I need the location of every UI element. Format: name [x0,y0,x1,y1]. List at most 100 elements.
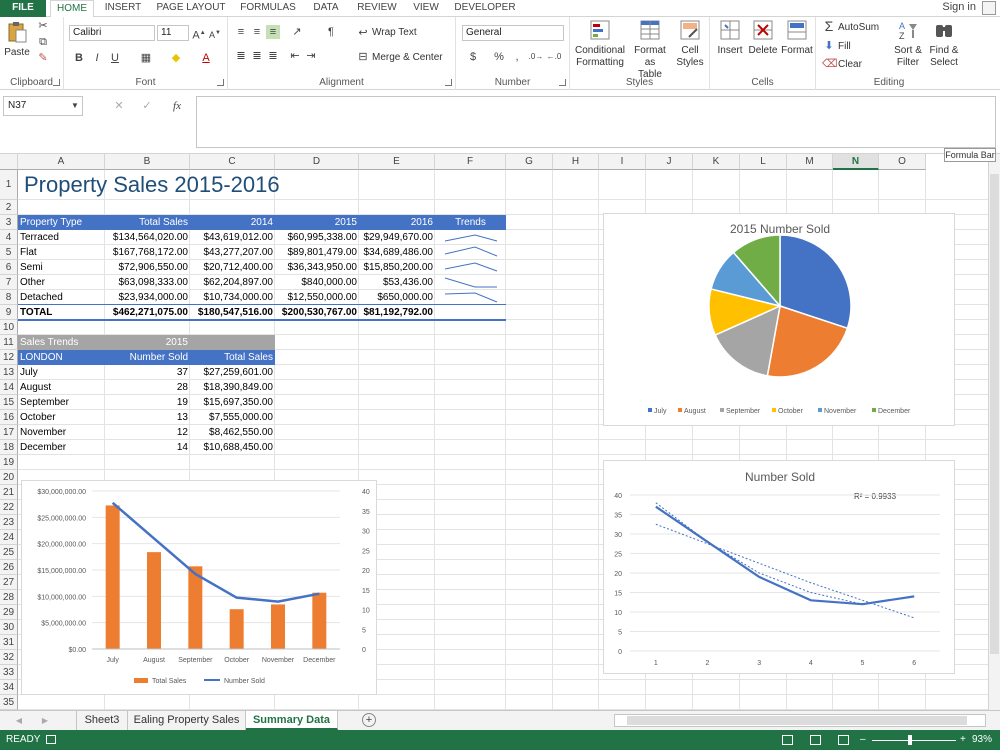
number-launcher-icon[interactable] [559,79,566,86]
align-middle-icon[interactable]: ≡ [250,25,264,39]
row-header[interactable]: 21 [0,485,18,500]
tab-formulas[interactable]: FORMULAS [236,0,300,17]
vertical-scrollbar[interactable] [988,154,1000,710]
format-painter-icon[interactable]: ✎ [36,51,50,65]
row-header[interactable]: 31 [0,635,18,650]
horizontal-scroll-thumb[interactable] [627,716,967,725]
sheet-tab-ealing[interactable]: Ealing Property Sales [128,711,246,730]
align-center-icon[interactable]: ≣ [250,49,264,63]
font-family-select[interactable]: Calibri [69,25,155,41]
shrink-font-icon[interactable]: A▼ [208,26,222,42]
t1-row-total[interactable]: $134,564,020.00 [105,230,190,245]
grow-font-icon[interactable]: A▲ [192,26,206,43]
alignment-launcher-icon[interactable] [445,79,452,86]
t1-header-2016[interactable]: 2016 [359,215,435,230]
zoom-slider[interactable] [872,740,956,741]
t1-row-2015[interactable]: $12,550,000.00 [275,290,359,305]
align-right-icon[interactable]: ≣ [266,49,280,63]
row-header[interactable]: 8 [0,290,18,305]
decrease-decimal-icon[interactable]: ←.0 [546,50,562,64]
t1-row-2016[interactable]: $15,850,200.00 [359,260,435,275]
tab-data[interactable]: DATA [306,0,346,17]
t1-row-total[interactable]: $23,934,000.00 [105,290,190,305]
row-header[interactable]: 17 [0,425,18,440]
column-header[interactable]: D [275,154,359,170]
add-sheet-icon[interactable]: + [362,713,376,727]
align-bottom-icon[interactable]: ≡ [266,25,280,39]
tab-insert[interactable]: INSERT [100,0,146,17]
column-header[interactable]: M [787,154,833,170]
fill-button[interactable]: Fill [838,41,868,53]
cancel-icon[interactable]: ✕ [112,99,126,113]
t2-row-month[interactable]: October [18,410,105,425]
t1-row-2014[interactable]: $20,712,400.00 [190,260,275,275]
row-header[interactable]: 12 [0,350,18,365]
t2-row-sales[interactable]: $15,697,350.00 [190,395,275,410]
tab-home[interactable]: HOME [50,0,94,18]
row-header[interactable]: 30 [0,620,18,635]
t1-row-2016[interactable]: $650,000.00 [359,290,435,305]
t2-row-sales[interactable]: $18,390,849.00 [190,380,275,395]
increase-decimal-icon[interactable]: .0→ [528,50,544,64]
row-header[interactable]: 1 [0,170,18,200]
t1-row-2014[interactable]: $10,734,000.00 [190,290,275,305]
font-size-select[interactable]: 11 [157,25,189,41]
percent-button[interactable]: % [492,50,506,64]
row-header[interactable]: 19 [0,455,18,470]
t1-row-2015[interactable]: $36,343,950.00 [275,260,359,275]
page-break-view-icon[interactable] [838,735,849,745]
wrap-text-icon[interactable]: ↩ [356,26,370,40]
row-header[interactable]: 15 [0,395,18,410]
tab-file[interactable]: FILE [0,0,46,17]
row-header[interactable]: 22 [0,500,18,515]
row-header[interactable]: 23 [0,515,18,530]
column-header[interactable]: B [105,154,190,170]
tab-review[interactable]: REVIEW [352,0,402,17]
t1-row-2015[interactable]: $840,000.00 [275,275,359,290]
row-header[interactable]: 2 [0,200,18,215]
enter-icon[interactable]: ✓ [140,99,154,113]
orientation-icon[interactable]: ↗ [288,25,306,39]
t1-total-label[interactable]: TOTAL [18,305,105,320]
sign-in-link[interactable]: Sign in [942,0,976,15]
font-color-icon[interactable]: A [198,51,214,65]
font-launcher-icon[interactable] [217,79,224,86]
zoom-level[interactable]: 93% [972,730,992,750]
comma-button[interactable]: , [512,50,522,64]
sheet-tab-sheet3[interactable]: Sheet3 [76,711,128,730]
format-as-table-button[interactable]: Format as Table [628,19,672,81]
column-header[interactable]: L [740,154,787,170]
increase-indent-icon[interactable]: ⇥ [304,49,318,63]
row-header[interactable]: 25 [0,545,18,560]
row-header[interactable]: 14 [0,380,18,395]
combo-chart[interactable]: $0.00 $5,000,000.00 $10,000,000.00 $15,000,… [21,480,377,695]
worksheet-grid[interactable]: 35 34 33 32 31 30 29 28 27 26 25 24 23 22 21 20 19 18 17 16… [0,154,988,710]
t2-row-sales[interactable]: $10,688,450.00 [190,440,275,455]
row-header[interactable]: 16 [0,410,18,425]
row-header[interactable]: 26 [0,560,18,575]
t2-title[interactable]: Sales Trends [18,335,105,350]
column-header[interactable]: O [879,154,926,170]
row-header[interactable]: 35 [0,695,18,710]
row-header[interactable]: 13 [0,365,18,380]
row-header[interactable]: 11 [0,335,18,350]
normal-view-icon[interactable] [782,735,793,745]
page-layout-view-icon[interactable] [810,735,821,745]
insert-cells-button[interactable]: Insert [714,19,746,57]
t2-row-number[interactable]: 19 [105,395,190,410]
t1-row-2015[interactable]: $60,995,338.00 [275,230,359,245]
t1-header-trends[interactable]: Trends [435,215,506,230]
row-header[interactable]: 9 [0,305,18,320]
line-chart[interactable]: Number Sold R² = 0.9933 0 5 10 15 20 25 30 35 40… [603,460,955,674]
conditional-formatting-button[interactable]: Conditional Formatting [572,19,628,69]
row-header[interactable]: 5 [0,245,18,260]
merge-center-button[interactable]: Merge & Center [372,52,454,64]
t1-row-total[interactable]: $63,098,333.00 [105,275,190,290]
align-top-icon[interactable]: ≡ [234,25,248,39]
t1-row-2015[interactable]: $89,801,479.00 [275,245,359,260]
t1-row-total[interactable]: $167,768,172.00 [105,245,190,260]
t2-row-sales[interactable]: $7,555,000.00 [190,410,275,425]
row-header[interactable]: 20 [0,470,18,485]
t2-row-sales[interactable]: $27,259,601.00 [190,365,275,380]
row-header[interactable]: 10 [0,320,18,335]
